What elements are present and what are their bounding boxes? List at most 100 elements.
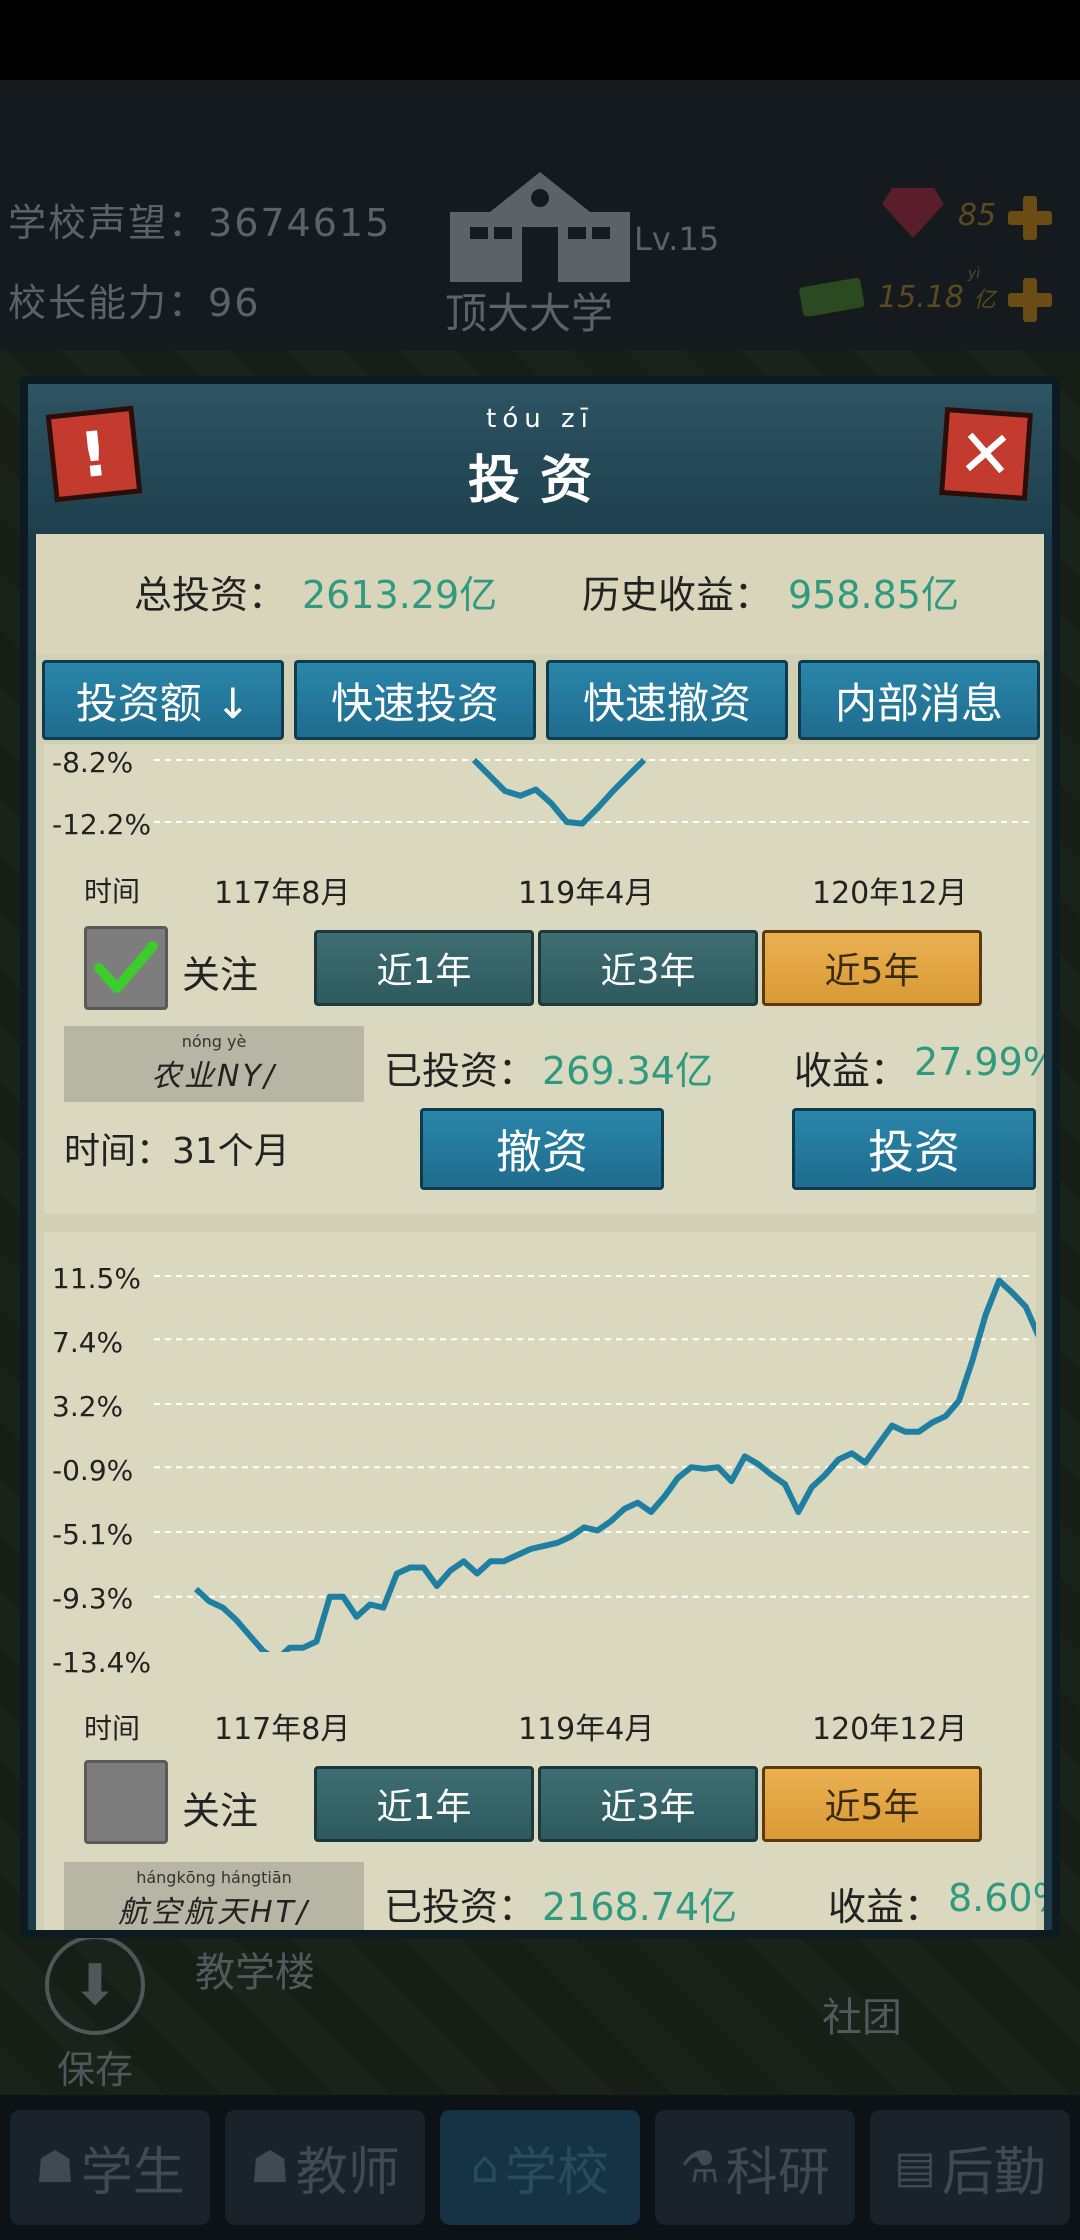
x-tick: 119年4月: [518, 876, 655, 911]
modal-header: ! tóu zī 投资 ✕: [28, 384, 1052, 534]
x-tick: 119年4月: [518, 1712, 655, 1747]
range-5y-button[interactable]: 近5年: [762, 930, 982, 1006]
close-icon: ✕: [955, 413, 1017, 495]
clipboard-icon: ▤: [894, 2142, 936, 2193]
nav-tab-research[interactable]: ⚗ 科研: [655, 2110, 855, 2225]
nav-tab-students[interactable]: ☗ 学生: [10, 2110, 210, 2225]
y-tick: 7.4%: [52, 1326, 124, 1359]
quick-divest-button[interactable]: 快速撤资: [546, 660, 788, 740]
ability-stat: 校长能力：96: [8, 272, 260, 327]
money-icon: [799, 277, 865, 316]
stock-name: 农业NY/: [151, 1059, 277, 1094]
student-icon: ☗: [35, 2142, 75, 2193]
status-bar: [0, 0, 1080, 80]
money-unit: 亿: [973, 288, 996, 313]
action-tabs: 投资额 ↓ 快速投资 快速撤资 内部消息: [36, 654, 1044, 744]
invested-value: 2168.74亿: [542, 1885, 738, 1929]
modal-body: 总投资： 2613.29亿 历史收益： 958.85亿 投资额 ↓ 快速投资 快…: [36, 534, 1044, 1930]
invested-label: 已投资：: [384, 1885, 537, 1929]
series-line: [471, 757, 647, 827]
holding-duration: 时间：31个月: [64, 1131, 290, 1172]
money-value: 15.18: [878, 280, 964, 315]
ability-label: 校长能力：: [8, 281, 209, 325]
y-tick: 3.2%: [52, 1390, 124, 1423]
nav-tab-label: 学生: [80, 2143, 185, 2203]
nav-tab-teachers[interactable]: ☗ 教师: [225, 2110, 425, 2225]
follow-label: 关注: [182, 953, 259, 997]
title-pinyin: tóu zī: [486, 404, 594, 434]
invested-label: 已投资：: [384, 1049, 537, 1093]
nav-tab-logistics[interactable]: ▤ 后勤: [870, 2110, 1070, 2225]
add-gems-button[interactable]: [1006, 194, 1054, 242]
range-5y-button[interactable]: 近5年: [762, 1766, 982, 1842]
invest-button[interactable]: 投资: [792, 1108, 1036, 1190]
y-tick: -12.2%: [52, 808, 152, 841]
return-value: 27.99%: [914, 1040, 1044, 1084]
reputation-value: 3674615: [208, 201, 392, 245]
y-tick: -9.3%: [52, 1582, 134, 1615]
x-tick: 120年12月: [812, 876, 968, 911]
history-return-value: 958.85亿: [788, 573, 959, 617]
nav-tab-label: 后勤: [941, 2143, 1046, 2203]
download-icon: ⬇: [45, 1935, 145, 2035]
investment-modal: ! tóu zī 投资 ✕ 总投资： 2613.29亿 历史收益： 958.85…: [20, 376, 1060, 1938]
range-1y-button[interactable]: 近1年: [314, 930, 534, 1006]
add-money-button[interactable]: [1006, 276, 1054, 324]
reputation-label: 学校声望：: [8, 201, 209, 245]
y-tick: -5.1%: [52, 1518, 134, 1551]
x-tick: 117年8月: [214, 1712, 351, 1747]
return-label: 收益：: [794, 1049, 909, 1093]
stock-tag: hángkōng hángtiān 航空航天HT/: [64, 1862, 364, 1930]
follow-checkbox[interactable]: [84, 1760, 168, 1844]
school-building-icon[interactable]: [450, 172, 630, 282]
flask-icon: ⚗: [680, 2142, 720, 2193]
stock-pinyin: nóng yè: [181, 1032, 247, 1051]
reputation-stat: 学校声望：3674615: [8, 192, 391, 247]
divest-button[interactable]: 撤资: [420, 1108, 664, 1190]
investment-card-aerospace: 11.5% 7.4% 3.2% -0.9% -5.1% -9.3% -13.4%…: [44, 1232, 1044, 1930]
range-3y-button[interactable]: 近3年: [538, 1766, 758, 1842]
y-tick: -8.2%: [52, 746, 134, 779]
quick-invest-button[interactable]: 快速投资: [294, 660, 536, 740]
x-tick: 120年12月: [812, 1712, 968, 1747]
investment-card-agriculture: -8.2% -12.2% 时间 117年8月 119年4月 120年12月 关注…: [44, 744, 1044, 1214]
modal-title: 投资: [467, 451, 612, 511]
investment-summary: 总投资： 2613.29亿 历史收益： 958.85亿: [36, 534, 1044, 654]
range-1y-button[interactable]: 近1年: [314, 1766, 534, 1842]
follow-label: 关注: [182, 1789, 259, 1833]
gem-icon: [882, 188, 944, 238]
insider-news-button[interactable]: 内部消息: [798, 660, 1040, 740]
teaching-building-label[interactable]: 教学楼: [195, 1940, 315, 1998]
nav-tab-label: 科研: [725, 2143, 830, 2203]
price-chart: [154, 757, 1034, 827]
club-label[interactable]: 社团: [822, 1985, 902, 2043]
nav-tab-label: 教师: [295, 2143, 400, 2203]
checkmark-icon: [94, 941, 158, 993]
follow-checkbox[interactable]: [84, 926, 168, 1010]
save-label: 保存: [56, 2048, 133, 2092]
x-tick: 117年8月: [214, 876, 351, 911]
money-amount: 15.18 yì 亿: [878, 266, 996, 315]
hud-header: 学校声望：3674615 校长能力：96 Lv.15 顶大大学 85 15.18…: [0, 80, 1080, 350]
range-3y-button[interactable]: 近3年: [538, 930, 758, 1006]
y-tick: -0.9%: [52, 1454, 134, 1487]
school-icon: ⌂: [471, 2142, 499, 2193]
investment-list[interactable]: -8.2% -12.2% 时间 117年8月 119年4月 120年12月 关注…: [36, 744, 1044, 1930]
return-value: 8.60%: [948, 1876, 1044, 1920]
total-investment-label: 总投资：: [134, 573, 287, 617]
return-label: 收益：: [828, 1885, 943, 1929]
nav-tab-label: 学校: [504, 2143, 609, 2203]
sort-by-amount-button[interactable]: 投资额 ↓: [42, 660, 284, 740]
y-tick: 11.5%: [52, 1262, 141, 1295]
stock-pinyin: hángkōng hángtiān: [136, 1868, 292, 1887]
nav-tab-school[interactable]: ⌂ 学校: [440, 2110, 640, 2225]
school-level: Lv.15: [634, 220, 720, 258]
gem-count: 85: [958, 198, 997, 233]
teacher-icon: ☗: [250, 2142, 290, 2193]
y-tick: -13.4%: [52, 1646, 152, 1679]
time-axis-label: 时间: [84, 1712, 141, 1745]
close-button[interactable]: ✕: [939, 407, 1033, 501]
invested-value: 269.34亿: [542, 1049, 713, 1093]
save-button[interactable]: ⬇ 保存: [30, 1935, 160, 2092]
total-investment-value: 2613.29亿: [302, 573, 498, 617]
